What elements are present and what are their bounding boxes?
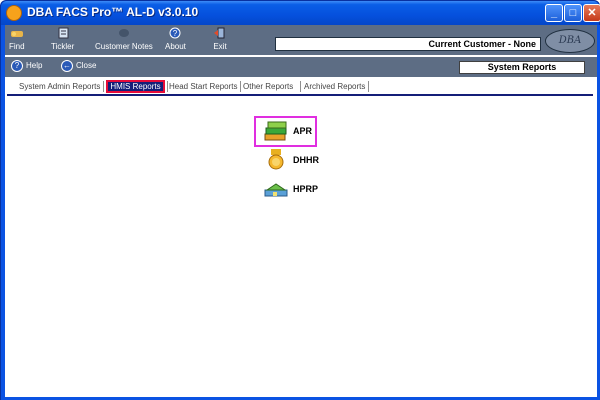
report-tabs: System Admin Reports HMIS Reports Head S… [7, 79, 593, 96]
main-toolbar: Find Tickler Customer Notes ? About Exit [5, 25, 597, 55]
tab-archived-reports[interactable]: Archived Reports [304, 82, 365, 91]
tab-divider [103, 81, 104, 92]
find-button[interactable]: Find [9, 27, 25, 51]
help-icon: ? [11, 60, 23, 72]
tab-divider [167, 81, 168, 92]
customer-notes-button[interactable]: Customer Notes [95, 27, 153, 51]
find-icon [9, 27, 25, 41]
tickler-button[interactable]: Tickler [51, 27, 74, 51]
window-title: DBA FACS Pro™ AL-D v3.0.10 [27, 5, 199, 19]
notes-icon [95, 27, 153, 41]
tab-divider [300, 81, 301, 92]
app-icon [6, 5, 22, 21]
about-button[interactable]: ? About [165, 27, 186, 51]
report-hprp-label: HPRP [293, 184, 319, 194]
tab-hmis-reports[interactable]: HMIS Reports [106, 80, 165, 93]
exit-button[interactable]: Exit [213, 27, 227, 51]
app-window: DBA FACS Pro™ AL-D v3.0.10 _ □ ✕ Find Ti… [0, 0, 600, 400]
help-button[interactable]: ? Help [11, 60, 42, 72]
tab-system-admin-reports[interactable]: System Admin Reports [19, 82, 100, 91]
medal-icon [266, 149, 286, 174]
exit-icon [213, 27, 227, 41]
tab-other-reports[interactable]: Other Reports [243, 82, 293, 91]
about-icon: ? [165, 27, 186, 41]
books-icon [263, 121, 289, 146]
close-window-button[interactable]: ✕ [583, 4, 600, 22]
report-apr-label: APR [293, 126, 313, 136]
house-icon [263, 181, 289, 202]
tab-divider [240, 81, 241, 92]
svg-text:?: ? [173, 29, 178, 38]
close-button[interactable]: ← Close [61, 60, 96, 72]
tickler-icon [51, 27, 74, 41]
tab-head-start-reports[interactable]: Head Start Reports [169, 82, 237, 91]
tab-divider [368, 81, 369, 92]
maximize-button[interactable]: □ [564, 4, 582, 22]
section-title: System Reports [459, 61, 585, 74]
back-arrow-icon: ← [61, 60, 73, 72]
minimize-button[interactable]: _ [545, 4, 563, 22]
title-bar[interactable]: DBA FACS Pro™ AL-D v3.0.10 _ □ ✕ [1, 1, 600, 25]
report-dhhr-label: DHHR [293, 155, 319, 165]
current-customer-display: Current Customer - None [275, 37, 541, 51]
main-content: ? Help ← Close System Reports System Admin… [5, 55, 597, 397]
navigation-bar: ? Help ← Close System Reports [5, 57, 597, 77]
dba-logo: DBA [545, 29, 595, 53]
window-frame-left [1, 25, 5, 400]
